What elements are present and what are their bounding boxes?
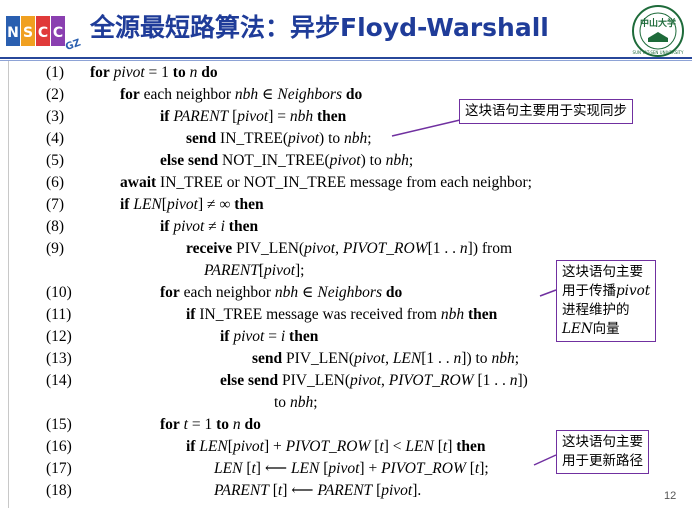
note-sync: 这块语句主要用于实现同步 bbox=[459, 99, 633, 124]
note-update-path: 这块语句主要 用于更新路径 bbox=[556, 430, 649, 474]
note-propagate-len: 这块语句主要 用于传播pivot 进程维护的 LEN向量 bbox=[556, 260, 657, 342]
page-number: 12 bbox=[664, 490, 677, 502]
